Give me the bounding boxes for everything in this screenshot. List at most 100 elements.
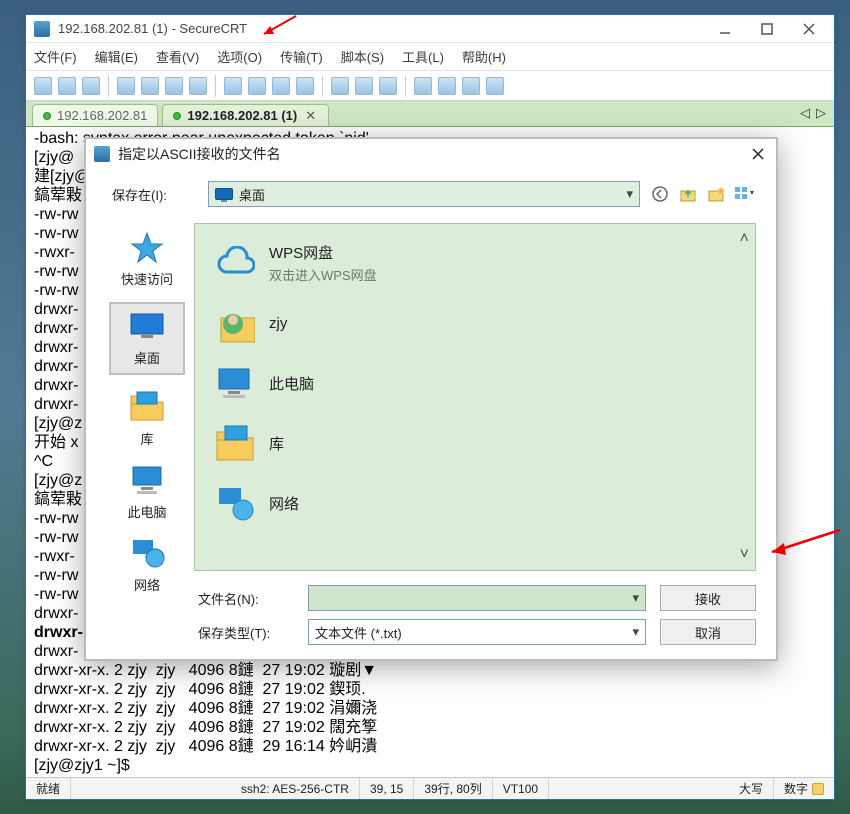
tool-14[interactable] xyxy=(379,77,397,95)
tool-17[interactable] xyxy=(462,77,480,95)
dialog-footer: 文件名(N): ▾ 接收 保存类型(T): 文本文件 (*.txt)▾ 取消 xyxy=(198,585,756,645)
chevron-down-icon: ▾ xyxy=(632,624,639,640)
menu-help[interactable]: 帮助(H) xyxy=(462,47,506,66)
save-in-label: 保存在(I): xyxy=(112,185,198,204)
toolbar xyxy=(26,71,834,101)
network-icon xyxy=(213,484,255,524)
new-folder-icon[interactable] xyxy=(706,184,726,204)
place-quick-access[interactable]: 快速访问 xyxy=(109,229,185,288)
tool-sep2 xyxy=(215,75,216,97)
status-pos: 39, 15 xyxy=(360,778,414,799)
tool-4[interactable] xyxy=(117,77,135,95)
maximize-button[interactable] xyxy=(746,15,788,43)
menu-transfer[interactable]: 传输(T) xyxy=(280,47,323,66)
tab-label: 192.168.202.81 xyxy=(57,108,147,123)
cancel-button[interactable]: 取消 xyxy=(660,619,756,645)
status-dot-icon xyxy=(43,112,51,120)
file-list[interactable]: ˄ WPS网盘双击进入WPS网盘 zjy 此电脑 库 xyxy=(194,223,756,571)
menu-edit[interactable]: 编辑(E) xyxy=(95,47,138,66)
dialog-close-button[interactable] xyxy=(748,144,768,164)
pc-icon xyxy=(213,364,255,404)
libraries-icon xyxy=(213,424,255,464)
star-icon xyxy=(124,229,170,265)
desktop-icon xyxy=(124,308,170,344)
tab-label: 192.168.202.81 (1) xyxy=(187,108,297,123)
tool-11[interactable] xyxy=(296,77,314,95)
place-network[interactable]: 网络 xyxy=(109,535,185,594)
menu-script[interactable]: 脚本(S) xyxy=(341,47,384,66)
tab-next-icon[interactable]: ▷ xyxy=(816,105,826,121)
accept-button[interactable]: 接收 xyxy=(660,585,756,611)
tool-16[interactable] xyxy=(438,77,456,95)
tool-15[interactable] xyxy=(414,77,432,95)
location-dropdown[interactable]: 桌面 ▾ xyxy=(208,181,640,207)
tool-3[interactable] xyxy=(82,77,100,95)
filename-input[interactable]: ▾ xyxy=(308,585,646,611)
status-num: 数字 xyxy=(774,778,834,799)
cloud-icon xyxy=(213,243,255,283)
entry-user[interactable]: zjy xyxy=(195,294,755,354)
tool-7[interactable] xyxy=(189,77,207,95)
tool-sep xyxy=(108,75,109,97)
dialog-title: 指定以ASCII接收的文件名 xyxy=(118,144,748,164)
tool-12[interactable] xyxy=(331,77,349,95)
user-folder-icon xyxy=(213,304,255,344)
save-in-row: 保存在(I): 桌面 ▾ xyxy=(86,169,776,215)
entry-libs[interactable]: 库 xyxy=(195,414,755,474)
menu-options[interactable]: 选项(O) xyxy=(217,47,262,66)
tool-5[interactable] xyxy=(141,77,159,95)
tab-active[interactable]: 192.168.202.81 (1) ✕ xyxy=(162,104,329,126)
minimize-button[interactable] xyxy=(704,15,746,43)
view-menu-icon[interactable] xyxy=(734,184,754,204)
libraries-icon xyxy=(124,389,170,425)
tool-18[interactable] xyxy=(486,77,504,95)
tool-sep4 xyxy=(405,75,406,97)
network-icon xyxy=(124,535,170,571)
window-title: 192.168.202.81 (1) - SecureCRT xyxy=(58,21,704,36)
places-bar: 快速访问 桌面 库 此电脑 网络 xyxy=(106,223,188,571)
tool-sep3 xyxy=(322,75,323,97)
dialog-icon xyxy=(94,146,110,162)
back-icon[interactable] xyxy=(650,184,670,204)
menu-tools[interactable]: 工具(L) xyxy=(402,47,444,66)
status-ready: 就绪 xyxy=(26,778,71,799)
tool-1[interactable] xyxy=(34,77,52,95)
menu-file[interactable]: 文件(F) xyxy=(34,47,77,66)
tool-8[interactable] xyxy=(224,77,242,95)
place-desktop[interactable]: 桌面 xyxy=(109,302,185,375)
scroll-down-icon[interactable]: ˅ xyxy=(740,546,749,564)
chevron-down-icon[interactable]: ▾ xyxy=(632,590,639,606)
menu-view[interactable]: 查看(V) xyxy=(156,47,199,66)
status-dot-icon xyxy=(173,112,181,120)
status-proto: ssh2: AES-256-CTR xyxy=(231,778,360,799)
place-libraries[interactable]: 库 xyxy=(109,389,185,448)
entry-wps[interactable]: WPS网盘双击进入WPS网盘 xyxy=(195,232,755,294)
status-term: VT100 xyxy=(493,778,549,799)
pc-icon xyxy=(124,462,170,498)
session-tabs: 192.168.202.81 192.168.202.81 (1) ✕ ◁ ▷ xyxy=(26,101,834,127)
up-folder-icon[interactable] xyxy=(678,184,698,204)
tab-prev-icon[interactable]: ◁ xyxy=(800,105,810,121)
tab-close-icon[interactable]: ✕ xyxy=(303,108,318,124)
close-button[interactable] xyxy=(788,15,830,43)
app-icon xyxy=(34,21,50,37)
tool-6[interactable] xyxy=(165,77,183,95)
scroll-up-icon[interactable]: ˄ xyxy=(740,230,749,248)
filetype-dropdown[interactable]: 文本文件 (*.txt)▾ xyxy=(308,619,646,645)
location-value: 桌面 xyxy=(239,185,265,204)
tab-inactive[interactable]: 192.168.202.81 xyxy=(32,104,158,126)
filetype-label: 保存类型(T): xyxy=(198,623,294,642)
status-caps: 大写 xyxy=(729,778,774,799)
tool-10[interactable] xyxy=(272,77,290,95)
desktop-icon xyxy=(215,188,233,200)
tool-13[interactable] xyxy=(355,77,373,95)
file-browser: 快速访问 桌面 库 此电脑 网络 xyxy=(106,223,756,571)
entry-pc[interactable]: 此电脑 xyxy=(195,354,755,414)
tool-2[interactable] xyxy=(58,77,76,95)
place-pc[interactable]: 此电脑 xyxy=(109,462,185,521)
entry-network[interactable]: 网络 xyxy=(195,474,755,534)
lock-icon xyxy=(812,783,824,795)
tool-9[interactable] xyxy=(248,77,266,95)
dialog-titlebar: 指定以ASCII接收的文件名 xyxy=(86,139,776,169)
titlebar: 192.168.202.81 (1) - SecureCRT xyxy=(26,15,834,43)
